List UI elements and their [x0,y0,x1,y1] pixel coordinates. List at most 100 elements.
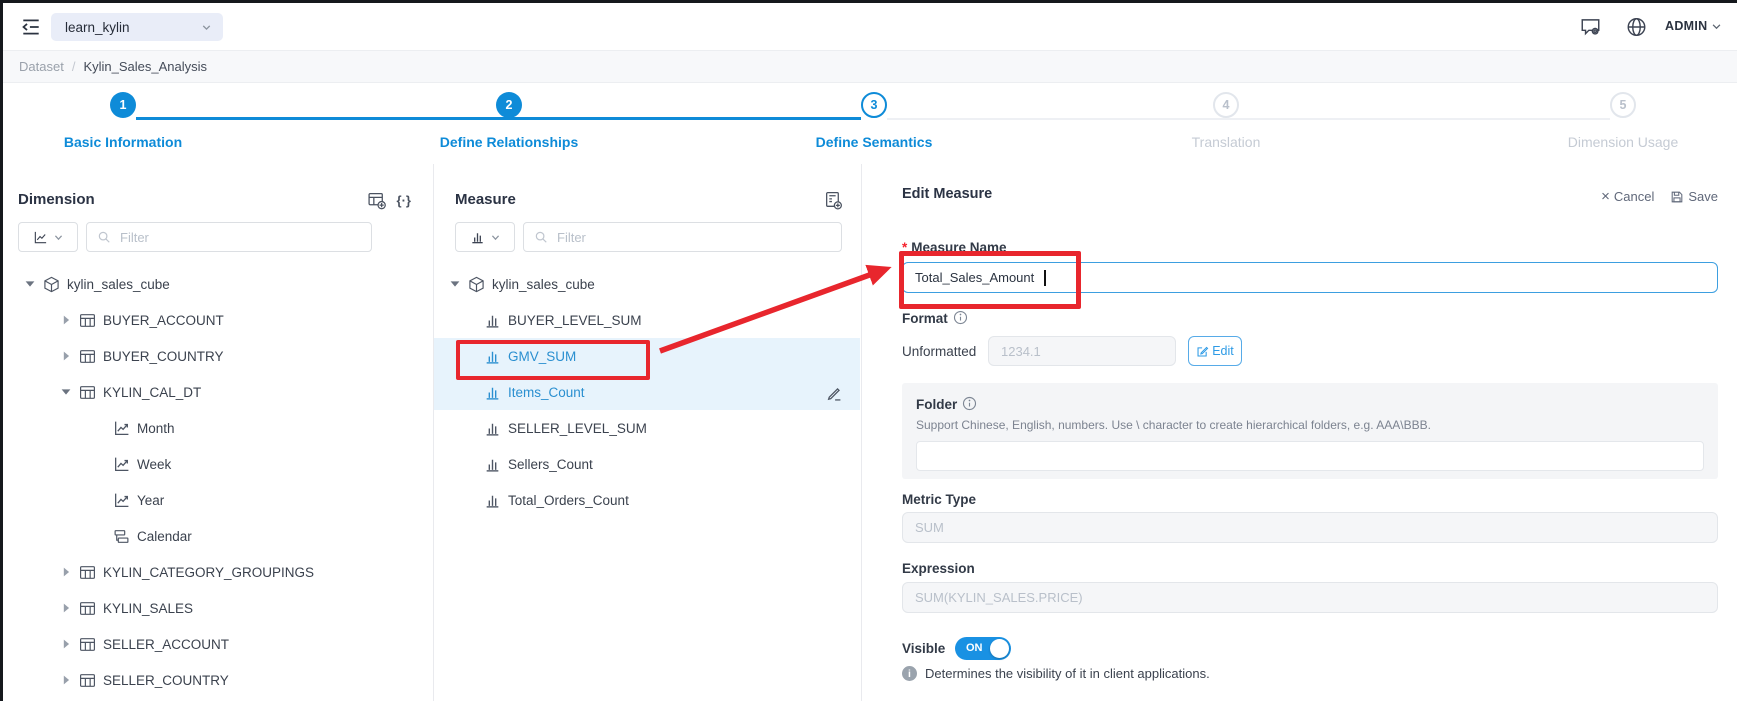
step-label: Basic Information [3,134,243,150]
tree-item-label: SELLER_ACCOUNT [103,637,229,652]
format-edit-button[interactable]: Edit [1188,336,1242,366]
close-icon: × [1601,188,1610,205]
language-globe-icon[interactable] [1625,16,1648,38]
bars-icon [484,312,501,329]
caret-right-icon[interactable] [59,313,73,327]
dimension-panel-title: Dimension [18,191,95,208]
measure-type-dropdown[interactable] [455,222,515,252]
dimension-filter-input[interactable] [118,229,361,246]
measure-panel-title: Measure [455,191,516,208]
breadcrumb-dataset[interactable]: Dataset [19,59,64,74]
dimension-item-KYLIN_CAL_DT[interactable]: KYLIN_CAL_DT [3,374,432,410]
cancel-label: Cancel [1614,189,1654,204]
step-define-semantics[interactable]: 3 Define Semantics [754,92,994,150]
folder-input[interactable] [916,441,1704,471]
hierarchy-icon [113,528,130,545]
breadcrumb-separator: / [72,59,76,74]
dimension-filter-box [86,222,372,252]
visible-label: Visible [902,641,945,656]
user-menu-admin[interactable]: ADMIN [1665,19,1722,33]
line-chart-icon [33,230,48,245]
project-selector[interactable]: learn_kylin [51,13,223,41]
tree-item-label: KYLIN_CATEGORY_GROUPINGS [103,565,314,580]
caret-right-icon[interactable] [59,565,73,579]
measure-item-kylin_sales_cube[interactable]: kylin_sales_cube [434,266,860,302]
tree-item-label: kylin_sales_cube [67,277,170,292]
tree-item-label: KYLIN_SALES [103,601,193,616]
edit-measure-title: Edit Measure [902,186,992,202]
measure-item-Sellers_Count[interactable]: Sellers_Count [434,446,860,482]
measure-item-Total_Orders_Count[interactable]: Total_Orders_Count [434,482,860,518]
tree-item-label: BUYER_COUNTRY [103,349,224,364]
dimension-item-SELLER_ACCOUNT[interactable]: SELLER_ACCOUNT [3,626,432,662]
step-define-relationships[interactable]: 2 Define Relationships [389,92,629,150]
dimension-item-Year[interactable]: Year [3,482,432,518]
measure-item-Items_Count[interactable]: Items_Count [434,374,860,410]
tree-item-label: SELLER_COUNTRY [103,673,229,688]
caret-down-icon[interactable] [448,277,462,291]
caret-right-icon[interactable] [59,349,73,363]
dimension-item-KYLIN_SALES[interactable]: KYLIN_SALES [3,590,432,626]
measure-name-label: *Measure Name [902,240,1007,255]
search-icon [97,230,111,244]
add-measure-icon[interactable] [823,191,843,210]
measure-tree: kylin_sales_cubeBUYER_LEVEL_SUMGMV_SUMIt… [434,266,860,518]
step-circle: 1 [110,92,136,118]
dimension-item-Week[interactable]: Week [3,446,432,482]
tree-item-label: BUYER_ACCOUNT [103,313,224,328]
step-label: Translation [1106,134,1346,150]
edit-pencil-icon[interactable] [825,384,842,401]
measure-item-SELLER_LEVEL_SUM[interactable]: SELLER_LEVEL_SUM [434,410,860,446]
menu-fold-icon[interactable] [18,16,44,38]
tree-item-label: Month [137,421,175,436]
dimension-item-Calendar[interactable]: Calendar [3,518,432,554]
bars-icon [484,348,501,365]
caret-right-icon[interactable] [59,673,73,687]
metric-type-input: SUM [902,512,1718,543]
save-icon [1670,190,1684,204]
measure-name-input[interactable] [902,262,1718,293]
dimension-item-BUYER_COUNTRY[interactable]: BUYER_COUNTRY [3,338,432,374]
dimension-item-BUYER_ACCOUNT[interactable]: BUYER_ACCOUNT [3,302,432,338]
table-icon [79,672,96,689]
cancel-button[interactable]: × Cancel [1601,188,1654,205]
feedback-message-icon[interactable] [1579,16,1602,38]
measure-item-GMV_SUM[interactable]: GMV_SUM [434,338,860,374]
dimension-item-kylin_sales_cube[interactable]: kylin_sales_cube [3,266,432,302]
measure-filter-input[interactable] [555,229,831,246]
step-translation[interactable]: 4 Translation [1106,92,1346,150]
caret-down-icon[interactable] [23,277,37,291]
caret-right-icon[interactable] [59,637,73,651]
edit-measure-panel: Edit Measure × Cancel Save *Measure Name… [862,164,1737,701]
step-circle: 3 [861,92,887,118]
table-icon [79,564,96,581]
breadcrumb-current: Kylin_Sales_Analysis [83,59,207,74]
dimension-tree: kylin_sales_cube BUYER_ACCOUNT BUYER_COUNT… [3,266,432,698]
search-icon [534,230,548,244]
visible-toggle[interactable]: ON [955,637,1011,660]
step-basic-information[interactable]: 1 Basic Information [3,92,243,150]
table-icon [79,348,96,365]
save-button[interactable]: Save [1670,189,1718,204]
dimension-item-SELLER_COUNTRY[interactable]: SELLER_COUNTRY [3,662,432,698]
table-icon [79,600,96,617]
tree-item-label: Week [137,457,171,472]
add-table-dimension-icon[interactable] [367,191,387,210]
step-label: Define Semantics [754,134,994,150]
tree-item-label: Calendar [137,529,192,544]
metric-type-label: Metric Type [902,492,976,507]
computed-column-icon[interactable]: {·} [397,193,411,208]
dimension-item-KYLIN_CATEGORY_GROUPINGS[interactable]: KYLIN_CATEGORY_GROUPINGS [3,554,432,590]
step-label: Dimension Usage [1503,134,1737,150]
caret-down-icon[interactable] [59,385,73,399]
measure-item-BUYER_LEVEL_SUM[interactable]: BUYER_LEVEL_SUM [434,302,860,338]
top-bar: learn_kylin ADMIN [3,3,1737,50]
measure-panel: Measure [434,164,862,701]
dimension-type-dropdown[interactable] [18,222,78,252]
step-dimension-usage[interactable]: 5 Dimension Usage [1503,92,1737,150]
caret-right-icon[interactable] [59,601,73,615]
chevron-down-icon [490,232,501,243]
cube-icon [43,276,60,293]
dimension-item-Month[interactable]: Month [3,410,432,446]
tree-item-label: Sellers_Count [508,457,593,472]
